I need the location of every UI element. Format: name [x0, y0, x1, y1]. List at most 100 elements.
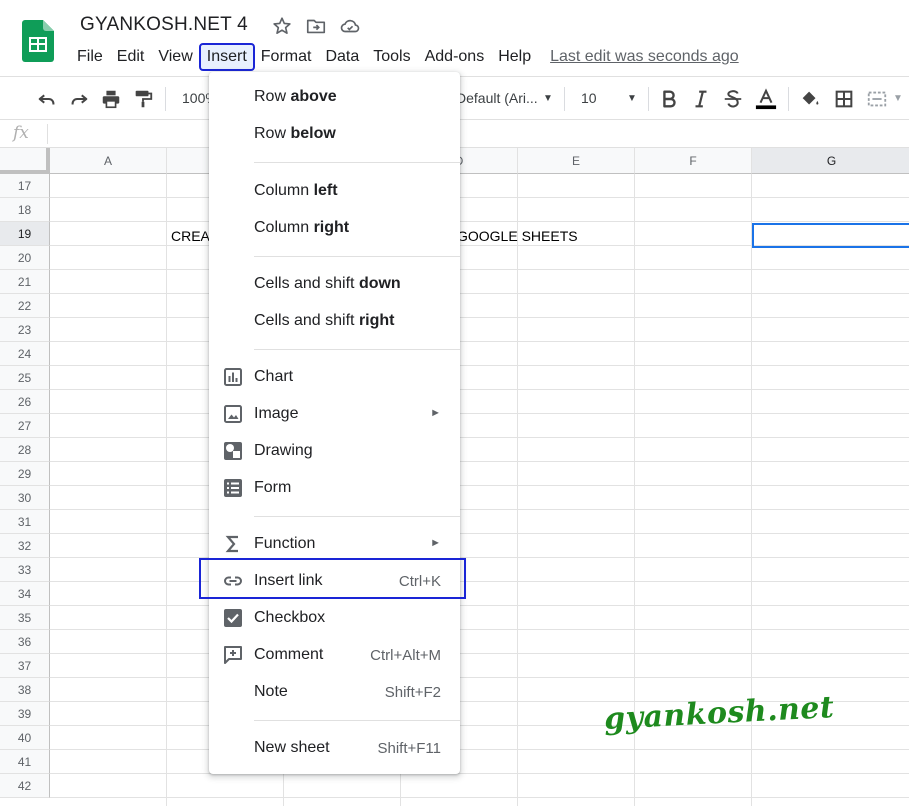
menu-item-insert-link[interactable]: Insert link Ctrl+K: [209, 564, 460, 598]
move-to-folder-icon[interactable]: [305, 15, 327, 37]
column-header-f[interactable]: F: [635, 148, 752, 174]
column-gridline: [517, 174, 518, 806]
row-header[interactable]: 21: [0, 270, 50, 294]
row-header[interactable]: 17: [0, 174, 50, 198]
menu-item-image[interactable]: Image ►: [209, 397, 460, 431]
row-gridline: [50, 197, 909, 198]
menu-separator: [254, 162, 460, 163]
row-header[interactable]: 18: [0, 198, 50, 222]
font-size-dropdown-icon[interactable]: ▼: [627, 93, 637, 104]
row-header[interactable]: 33: [0, 558, 50, 582]
row-header[interactable]: 34: [0, 582, 50, 606]
row-header[interactable]: 20: [0, 246, 50, 270]
menu-edit[interactable]: Edit: [110, 44, 152, 70]
row-header[interactable]: 28: [0, 438, 50, 462]
cell-d19[interactable]: GOOGLE SHEETS: [457, 228, 578, 244]
row-header[interactable]: 29: [0, 462, 50, 486]
menu-item-row-below[interactable]: Row below: [209, 117, 460, 151]
row-gridline: [50, 797, 909, 798]
row-header[interactable]: 42: [0, 774, 50, 798]
toolbar-separator: [564, 87, 565, 111]
row-header[interactable]: 32: [0, 534, 50, 558]
star-icon[interactable]: [271, 15, 293, 37]
row-header[interactable]: 38: [0, 678, 50, 702]
cell-b19[interactable]: CREA: [171, 228, 210, 244]
row-header[interactable]: 35: [0, 606, 50, 630]
menu-data[interactable]: Data: [318, 44, 366, 70]
formula-bar-separator: [47, 124, 48, 144]
font-family-dropdown-icon[interactable]: ▼: [543, 93, 553, 104]
menu-insert[interactable]: Insert: [198, 43, 255, 71]
menu-item-cells-shift-right[interactable]: Cells and shift right: [209, 304, 460, 338]
toolbar-separator: [788, 87, 789, 111]
row-header[interactable]: 22: [0, 294, 50, 318]
row-gridline: [50, 749, 909, 750]
menu-item-new-sheet[interactable]: New sheet Shift+F11: [209, 731, 460, 765]
bold-icon[interactable]: [658, 88, 680, 110]
row-header[interactable]: 25: [0, 366, 50, 390]
menu-item-cells-shift-down[interactable]: Cells and shift down: [209, 267, 460, 301]
row-header[interactable]: 19: [0, 222, 50, 246]
select-all-corner[interactable]: [0, 148, 50, 174]
menu-file[interactable]: File: [70, 44, 110, 70]
row-gridline: [50, 605, 909, 606]
menu-tools[interactable]: Tools: [366, 44, 417, 70]
menu-item-row-above[interactable]: Row above: [209, 80, 460, 114]
column-left-bold: left: [313, 182, 338, 199]
menu-item-form[interactable]: Form: [209, 471, 460, 505]
paint-format-icon[interactable]: [132, 88, 154, 110]
redo-icon[interactable]: [68, 88, 90, 110]
merge-dropdown-icon[interactable]: ▼: [893, 93, 903, 104]
menu-item-chart[interactable]: Chart: [209, 360, 460, 394]
menu-view[interactable]: View: [151, 44, 199, 70]
menu-item-checkbox[interactable]: Checkbox: [209, 601, 460, 635]
row-gridline: [50, 317, 909, 318]
menu-item-column-left[interactable]: Column left: [209, 174, 460, 208]
font-family-select[interactable]: Default (Ari...: [456, 90, 538, 106]
column-header-e[interactable]: E: [518, 148, 635, 174]
row-header[interactable]: 36: [0, 630, 50, 654]
fill-color-icon[interactable]: [799, 88, 821, 110]
menu-add-ons[interactable]: Add-ons: [418, 44, 492, 70]
menu-item-drawing[interactable]: Drawing: [209, 434, 460, 468]
row-header[interactable]: 26: [0, 390, 50, 414]
fx-icon: fx: [13, 123, 29, 143]
row-below-label: Row: [254, 125, 291, 142]
row-header[interactable]: 41: [0, 750, 50, 774]
row-header[interactable]: 27: [0, 414, 50, 438]
new-sheet-label: New sheet: [254, 739, 330, 756]
borders-icon[interactable]: [833, 88, 855, 110]
text-color-icon[interactable]: [755, 88, 777, 110]
print-icon[interactable]: [100, 88, 122, 110]
document-title[interactable]: GYANKOSH.NET 4: [80, 14, 248, 36]
column-header-a[interactable]: A: [50, 148, 167, 174]
row-gridline: [50, 581, 909, 582]
row-header[interactable]: 40: [0, 726, 50, 750]
cells-shift-right-label: Cells and shift: [254, 312, 359, 329]
active-cell-g19[interactable]: [752, 223, 909, 248]
row-header[interactable]: 39: [0, 702, 50, 726]
menu-item-comment[interactable]: Comment Ctrl+Alt+M: [209, 638, 460, 672]
cloud-saved-icon[interactable]: [339, 15, 361, 37]
add-comment-icon: [224, 646, 242, 664]
menu-item-note[interactable]: Note Shift+F2: [209, 675, 460, 709]
menu-item-function[interactable]: Function ►: [209, 527, 460, 561]
google-sheets-logo-icon[interactable]: [22, 20, 54, 62]
row-header[interactable]: 31: [0, 510, 50, 534]
italic-icon[interactable]: [690, 88, 712, 110]
undo-icon[interactable]: [36, 88, 58, 110]
merge-cells-icon[interactable]: [866, 88, 888, 110]
function-label: Function: [254, 535, 316, 552]
row-header[interactable]: 23: [0, 318, 50, 342]
menu-format[interactable]: Format: [254, 44, 319, 70]
font-size-select[interactable]: 10: [581, 90, 597, 106]
menu-help[interactable]: Help: [491, 44, 538, 70]
menu-bar: File Edit View Insert Format Data Tools …: [70, 42, 739, 72]
row-header[interactable]: 30: [0, 486, 50, 510]
last-edit-link[interactable]: Last edit was seconds ago: [550, 48, 739, 66]
row-header[interactable]: 24: [0, 342, 50, 366]
menu-item-column-right[interactable]: Column right: [209, 211, 460, 245]
column-header-g[interactable]: G: [752, 148, 909, 174]
row-header[interactable]: 37: [0, 654, 50, 678]
strikethrough-icon[interactable]: [722, 88, 744, 110]
